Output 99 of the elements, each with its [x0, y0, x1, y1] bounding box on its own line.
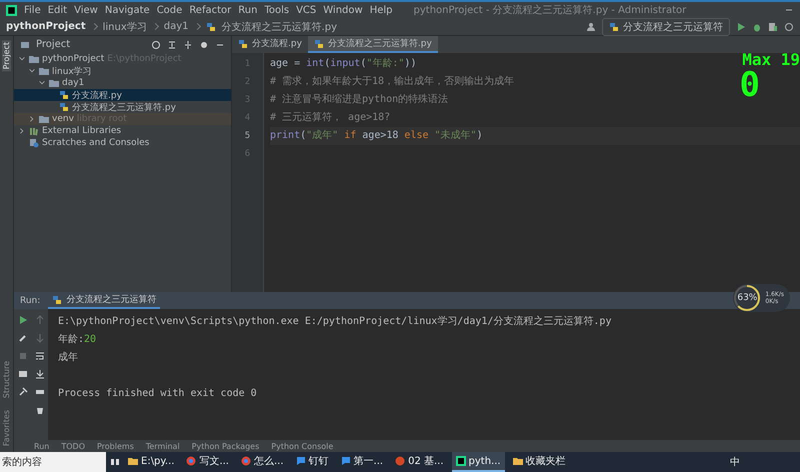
tree-item-label: 分支流程之三元运算符.py	[72, 102, 176, 114]
tree-item-label: pythonProject	[42, 54, 104, 64]
game-score-label: Max 19	[742, 52, 800, 68]
python-file-icon	[314, 38, 324, 48]
panel-title[interactable]: Project	[36, 39, 70, 50]
scratch-icon	[29, 138, 39, 148]
taskbar-app[interactable]: 第一...	[336, 452, 388, 472]
tree-item-label: Scratches and Consoles	[42, 138, 150, 148]
taskbar-app[interactable]: 02 基...	[391, 452, 448, 472]
tree-item-label: External Libraries	[42, 126, 122, 136]
ide-icon	[456, 456, 466, 466]
pin-icon[interactable]	[18, 387, 28, 397]
tree-item-label: 分支流程.py	[72, 90, 122, 102]
tree-item[interactable]: External Libraries	[14, 125, 231, 137]
rerun-icon[interactable]	[18, 315, 28, 325]
user-icon[interactable]	[586, 22, 596, 32]
code-line: age = int(input("年龄:"))	[270, 58, 416, 69]
tool-window-tab[interactable]: Python Packages	[192, 442, 260, 450]
coverage-icon[interactable]	[768, 22, 778, 32]
trash-icon[interactable]	[34, 405, 44, 415]
task-view-icon[interactable]	[110, 457, 120, 467]
menu-item[interactable]: Tools	[264, 4, 290, 16]
taskbar-app[interactable]: 怎么...	[236, 452, 288, 472]
expand-all-icon[interactable]	[167, 40, 177, 50]
python-file-icon	[206, 22, 216, 32]
python-file-icon	[59, 90, 69, 100]
project-tool-tab[interactable]: Project	[2, 40, 11, 72]
breadcrumb-item[interactable]: linux学习	[102, 20, 147, 34]
taskbar-app[interactable]: E:\py...	[124, 452, 178, 472]
menu-item[interactable]: Edit	[48, 4, 68, 16]
soft-wrap-icon[interactable]	[34, 351, 44, 361]
console-line: 成年	[58, 352, 78, 363]
tool-window-tab[interactable]: Favorites	[2, 408, 11, 448]
scroll-to-end-icon[interactable]	[34, 369, 44, 379]
game-score: 0	[740, 68, 760, 102]
tree-item-label: day1	[62, 78, 84, 88]
menu-item[interactable]: Code	[156, 4, 182, 16]
breadcrumb-item[interactable]: day1	[164, 21, 189, 32]
wrench-icon[interactable]	[18, 333, 28, 343]
folder-icon	[39, 114, 49, 124]
app-logo-icon	[6, 4, 17, 16]
menu-item[interactable]: Help	[370, 4, 393, 16]
tool-window-tab[interactable]: Terminal	[146, 442, 180, 450]
folder-icon	[128, 456, 138, 466]
window-title: pythonProject - 分支流程之三元运算符.py - Administrator	[414, 4, 686, 17]
python-file-icon	[609, 22, 619, 32]
folder-icon	[512, 456, 523, 466]
tree-item[interactable]: 分支流程.py	[14, 89, 231, 101]
tree-item-label: linux学习	[52, 66, 92, 78]
taskbar-app[interactable]: 钉钉	[292, 452, 333, 472]
python-file-icon	[59, 102, 69, 112]
chat-app-icon	[340, 456, 351, 466]
run-label: Run:	[20, 296, 40, 306]
collapse-all-icon[interactable]	[183, 40, 193, 50]
console-line: 年龄:20	[58, 334, 96, 345]
browser-icon	[240, 456, 251, 466]
code-line: # 需求，如果年龄大于18，输出成年，否则输出为成年	[270, 76, 514, 87]
taskbar-app[interactable]: 写文...	[182, 452, 233, 472]
menu-item[interactable]: Run	[238, 4, 258, 16]
tree-item-label: venv	[52, 114, 74, 124]
python-file-icon	[52, 294, 62, 304]
slides-icon	[395, 456, 406, 466]
tool-window-tab[interactable]: TODO	[61, 442, 85, 450]
menu-item[interactable]: Window	[323, 4, 363, 16]
menu-item[interactable]: Refactor	[189, 4, 232, 16]
menu-item[interactable]: View	[74, 4, 98, 16]
editor-tab[interactable]: 分支流程.py	[232, 36, 308, 53]
python-file-icon	[238, 38, 248, 48]
tool-window-tab[interactable]: Problems	[96, 442, 134, 450]
menu-item[interactable]: Navigate	[104, 4, 150, 16]
run-config-dropdown[interactable]: 分支流程之三元运算符	[602, 18, 730, 36]
tree-item[interactable]: 分支流程之三元运算符.py	[14, 101, 231, 113]
menu-item[interactable]: File	[24, 4, 41, 16]
tree-item[interactable]: day1	[14, 77, 231, 89]
menu-item[interactable]: VCS	[296, 4, 316, 16]
breadcrumb-item[interactable]: 分支流程之三元运算符.py	[222, 20, 337, 34]
tool-window-tab[interactable]: Structure	[2, 358, 11, 400]
library-icon	[29, 126, 39, 136]
console-line: Process finished with exit code 0	[58, 388, 257, 399]
play-icon[interactable]	[736, 22, 746, 32]
browser-icon	[186, 456, 196, 466]
chat-app-icon	[296, 456, 306, 466]
line-number: 5	[244, 130, 252, 143]
editor-tab[interactable]: 分支流程之三元运算符.py	[308, 36, 438, 53]
code-line: # 三元运算符， age>18?	[270, 112, 390, 123]
breadcrumb-item[interactable]: pythonProject	[6, 21, 86, 32]
code-line: # 注意冒号和缩进是python的特殊语法	[270, 94, 448, 105]
tree-item[interactable]: linux学习	[14, 65, 231, 77]
search-field[interactable]: 索的内容	[0, 452, 106, 472]
input-method-indicator[interactable]: 中	[730, 455, 740, 469]
code-line: print("成年" if age>18 else "未成年")	[270, 130, 483, 141]
console-line: E:\pythonProject\venv\Scripts\python.exe E:/pythonProject/linux学习/day1/分支流程之三元运算符.py	[58, 316, 612, 327]
taskbar-app[interactable]: 收藏夹栏	[508, 452, 570, 472]
usage-percent: 63%	[737, 293, 758, 303]
tool-window-tab[interactable]: Python Console	[271, 442, 334, 450]
target-icon[interactable]	[151, 40, 161, 50]
tree-item[interactable]: Scratches and Consoles	[14, 137, 231, 149]
taskbar-app[interactable]: pyth...	[452, 452, 505, 472]
tool-window-tab[interactable]: Run	[34, 442, 50, 450]
